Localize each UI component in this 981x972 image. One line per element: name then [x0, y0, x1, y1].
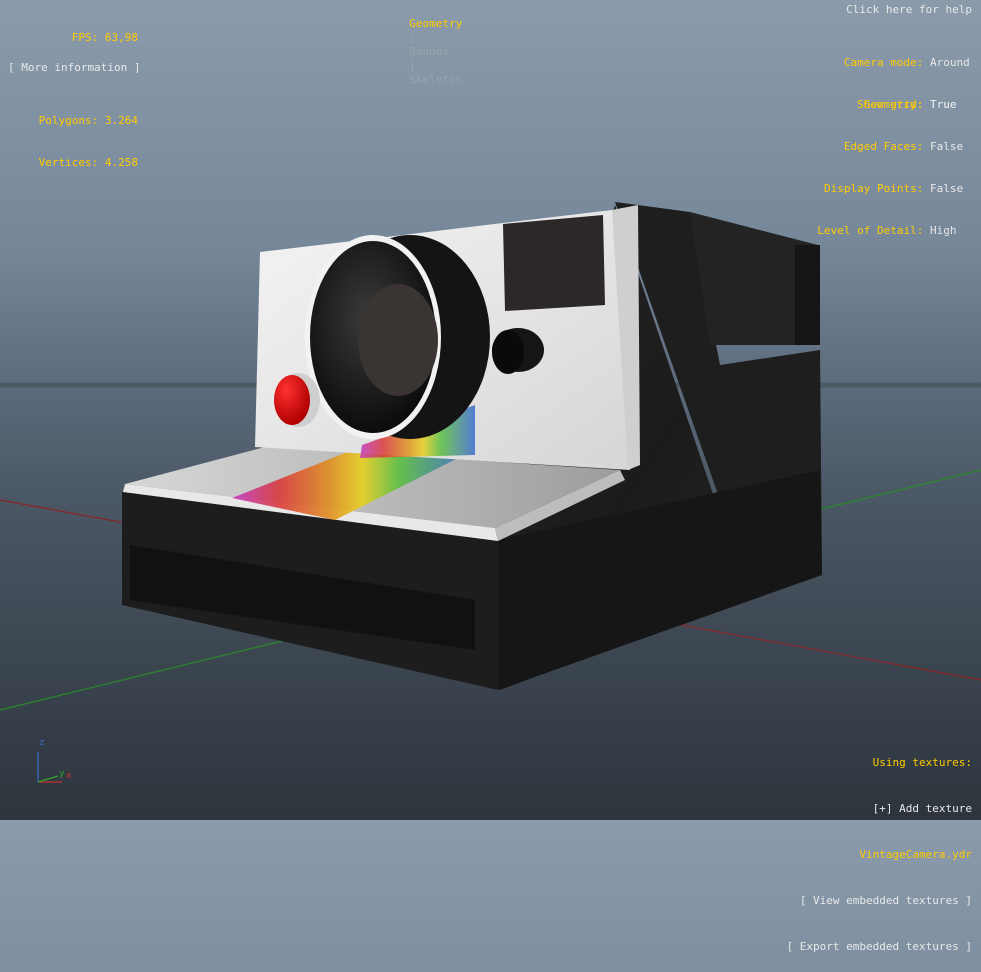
display-points-setting[interactable]: Display Points: False — [817, 182, 972, 196]
setting-label: Edged Faces: — [843, 140, 924, 153]
setting-value: False — [930, 140, 964, 153]
polygons-label: Polygons: — [38, 114, 99, 127]
setting-value: Around — [930, 56, 970, 69]
setting-label: Display Points: — [824, 182, 924, 195]
geometry-setting[interactable]: Geometry: True — [817, 98, 972, 112]
tab-separator: | — [409, 59, 416, 72]
camera-mode-setting[interactable]: Camera mode: Around — [844, 56, 972, 70]
tab-geometry[interactable]: Geometry — [409, 17, 462, 30]
stats-panel: FPS: 63,98 Polygons: 3.264 Vertices: 4.2… — [8, 3, 138, 184]
vertices-value: 4.258 — [104, 156, 138, 169]
export-embedded-textures-button[interactable]: [ Export embedded textures ] — [787, 940, 972, 958]
edged-faces-setting[interactable]: Edged Faces: False — [817, 140, 972, 154]
tab-skeleton[interactable]: Skeleton — [409, 73, 462, 86]
axis-y-label: y — [59, 769, 65, 779]
fps-value: 63,98 — [104, 31, 138, 44]
textures-panel: Using textures: [+] Add texture VintageC… — [787, 728, 972, 972]
setting-label: Level of Detail: — [817, 224, 924, 237]
view-embedded-textures-button[interactable]: [ View embedded textures ] — [787, 894, 972, 912]
setting-value: True — [930, 98, 957, 111]
camera-model — [122, 202, 822, 690]
render-settings: Geometry: True Edged Faces: False Displa… — [817, 70, 972, 252]
fps-label: FPS: — [71, 31, 99, 44]
setting-label: Camera mode: — [843, 56, 924, 69]
setting-value: False — [930, 182, 964, 195]
tab-separator: | — [409, 31, 416, 44]
view-tabs: Geometry | Bounds | Skeleton — [396, 3, 462, 87]
axis-z-label: z — [39, 738, 45, 748]
more-information-link[interactable]: [ More information ] — [8, 61, 140, 75]
textures-heading: Using textures: — [872, 756, 972, 769]
setting-label: Geometry: — [863, 98, 924, 111]
setting-value: High — [930, 224, 957, 237]
level-of-detail-setting[interactable]: Level of Detail: High — [817, 224, 972, 238]
help-link[interactable]: Click here for help — [846, 3, 972, 17]
tab-bounds[interactable]: Bounds — [409, 45, 449, 58]
texture-file-link[interactable]: VintageCamera.ydr — [787, 848, 972, 866]
vertices-label: Vertices: — [38, 156, 99, 169]
polygons-value: 3.264 — [104, 114, 138, 127]
add-texture-button[interactable]: [+] Add texture — [787, 802, 972, 820]
axis-x-label: x — [66, 771, 72, 781]
